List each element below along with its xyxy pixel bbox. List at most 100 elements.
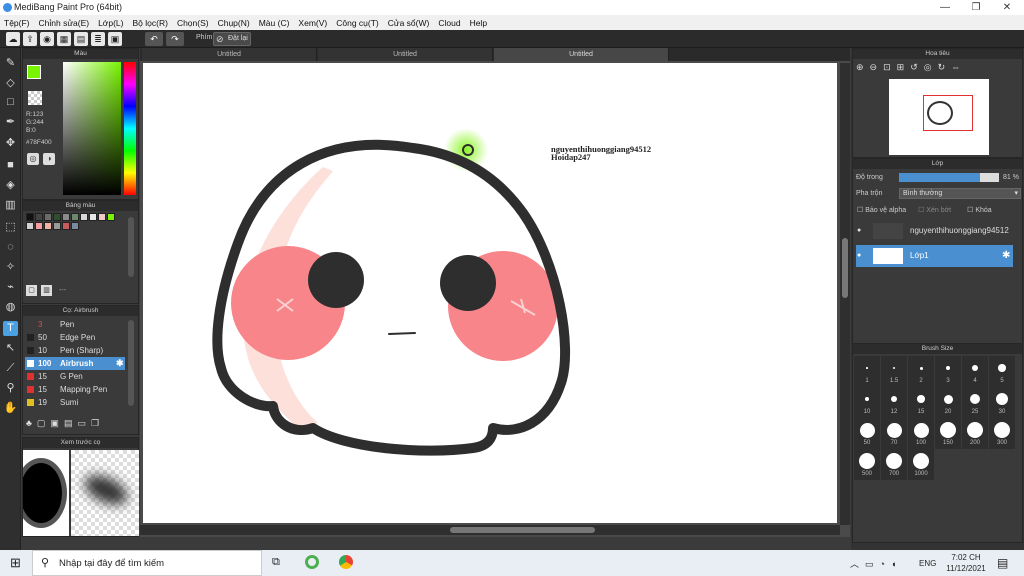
palette-swatch[interactable] bbox=[35, 222, 43, 230]
menu-edit[interactable]: Chỉnh sửa(E) bbox=[39, 18, 90, 28]
flip-icon[interactable]: ⇔ bbox=[951, 62, 966, 72]
operation-tool-icon[interactable]: ↖ bbox=[3, 341, 18, 356]
palette-swatch[interactable] bbox=[26, 213, 34, 221]
volume-icon[interactable]: ◖ bbox=[891, 559, 902, 569]
rotate-left-icon[interactable]: ↺ bbox=[910, 62, 924, 72]
menu-tools[interactable]: Công cụ(T) bbox=[336, 18, 379, 28]
palette-swatch[interactable] bbox=[62, 222, 70, 230]
brush-size-cell[interactable]: 4 bbox=[962, 356, 988, 387]
palette-swatch[interactable] bbox=[107, 213, 115, 221]
palette-swatch[interactable] bbox=[62, 213, 70, 221]
brush-item[interactable]: 19 Sumi bbox=[25, 396, 125, 409]
protect-alpha-checkbox[interactable]: ☐ bbox=[857, 207, 865, 214]
menu-cloud[interactable]: Cloud bbox=[438, 18, 460, 28]
brush-size-cell[interactable]: 100 bbox=[908, 418, 934, 449]
brush-size-cell[interactable]: 50 bbox=[854, 418, 880, 449]
menu-snap[interactable]: Chụp(N) bbox=[218, 18, 250, 28]
select-pen-icon[interactable]: ⌁ bbox=[3, 280, 18, 295]
eyedropper-icon[interactable]: ⚲ bbox=[3, 381, 18, 396]
select-rect-icon[interactable]: ⬚ bbox=[3, 220, 18, 235]
palette-swatch[interactable] bbox=[44, 213, 52, 221]
shape-tool-icon[interactable]: ■ bbox=[3, 158, 18, 173]
navigator-thumbnail[interactable] bbox=[889, 79, 989, 155]
brush-size-cell[interactable]: 5 bbox=[989, 356, 1015, 387]
pen-tool-icon[interactable]: ✒ bbox=[3, 115, 18, 130]
foreground-color-swatch[interactable] bbox=[27, 65, 41, 79]
fit-icon[interactable]: ⊡ bbox=[883, 62, 897, 72]
vertical-scrollbar[interactable] bbox=[840, 63, 850, 525]
brush-size-cell[interactable]: 200 bbox=[962, 418, 988, 449]
palette-swatch[interactable] bbox=[71, 222, 79, 230]
tab-untitled-1[interactable]: Untitled bbox=[142, 48, 317, 61]
language-indicator[interactable]: ENG bbox=[919, 559, 936, 568]
actual-size-icon[interactable]: ⊞ bbox=[897, 62, 911, 72]
layer-row[interactable]: ● nguyenthihuonggiang94512 bbox=[856, 220, 1013, 242]
eraser-tool-icon[interactable]: ◇ bbox=[3, 76, 18, 91]
new-palette-icon[interactable]: ▢ bbox=[26, 285, 37, 296]
brush-size-cell[interactable]: 1.5 bbox=[881, 356, 907, 387]
zoom-out-icon[interactable]: ⊖ bbox=[870, 62, 884, 72]
opacity-slider[interactable] bbox=[899, 173, 999, 182]
taskbar-search-box[interactable]: ⚲ Nhập tại đây để tìm kiếm bbox=[32, 550, 262, 576]
brush-size-cell[interactable]: 700 bbox=[881, 449, 907, 480]
duplicate-icon[interactable]: ❐ bbox=[91, 418, 104, 428]
task-view-icon[interactable]: ⧉ bbox=[272, 556, 280, 569]
palette-swatch[interactable] bbox=[35, 213, 43, 221]
minimize-button[interactable]: — bbox=[930, 0, 960, 15]
panel-icon[interactable]: ▣ bbox=[108, 32, 122, 46]
move-tool-icon[interactable]: ✥ bbox=[3, 136, 18, 151]
palette-swatch[interactable] bbox=[53, 213, 61, 221]
layer-row-selected[interactable]: ● Lớp1 ✱ bbox=[856, 245, 1013, 267]
menu-help[interactable]: Help bbox=[470, 18, 487, 28]
color-history-icon[interactable]: ◑ bbox=[43, 153, 55, 165]
palette-scrollbar[interactable] bbox=[128, 217, 134, 277]
new-brush-icon[interactable]: ▢ bbox=[37, 418, 51, 428]
hand-tool-icon[interactable]: ✋ bbox=[3, 401, 18, 416]
grid-settings-icon[interactable]: ▤ bbox=[74, 32, 88, 46]
brush-item[interactable]: 10 Pen (Sharp) bbox=[25, 344, 125, 357]
brush-size-cell[interactable]: 300 bbox=[989, 418, 1015, 449]
menu-file[interactable]: Tệp(F) bbox=[4, 18, 30, 28]
blend-mode-select[interactable]: Bình thường ▾ bbox=[899, 188, 1021, 199]
reset-button[interactable]: ⊘ Đặt lại bbox=[213, 32, 251, 46]
drawing-canvas[interactable]: nguyenthihuonggiang94512 Hoidap247 bbox=[143, 63, 837, 523]
horizontal-scroll-thumb[interactable] bbox=[450, 527, 595, 533]
brush-size-cell[interactable]: 1 bbox=[854, 356, 880, 387]
tab-untitled-2[interactable]: Untitled bbox=[318, 48, 493, 61]
palette-swatch[interactable] bbox=[26, 222, 34, 230]
brush-size-cell[interactable]: 10 bbox=[854, 387, 880, 418]
palette-swatch[interactable] bbox=[89, 213, 97, 221]
close-button[interactable]: ✕ bbox=[992, 0, 1022, 15]
palette-swatch[interactable] bbox=[98, 213, 106, 221]
menu-select[interactable]: Chọn(S) bbox=[177, 18, 209, 28]
undo-button[interactable]: ↶ bbox=[145, 32, 163, 46]
menu-view[interactable]: Xem(V) bbox=[298, 18, 327, 28]
redo-button[interactable]: ↷ bbox=[166, 32, 184, 46]
palette-swatch[interactable] bbox=[71, 213, 79, 221]
transparent-swatch[interactable] bbox=[28, 91, 42, 105]
chevron-up-icon[interactable]: ︿ bbox=[850, 559, 865, 569]
brush-size-cell[interactable]: 30 bbox=[989, 387, 1015, 418]
gear-icon[interactable]: ✱ bbox=[1002, 245, 1010, 267]
palette-icon[interactable]: ◎ bbox=[27, 153, 39, 165]
horizontal-scrollbar[interactable] bbox=[140, 525, 840, 535]
brush-tool-icon[interactable]: ✎ bbox=[3, 56, 18, 71]
brush-size-cell[interactable]: 2 bbox=[908, 356, 934, 387]
brush-item[interactable]: 50 Edge Pen bbox=[25, 331, 125, 344]
brush-size-cell[interactable]: 25 bbox=[962, 387, 988, 418]
brush-size-cell[interactable]: 3 bbox=[935, 356, 961, 387]
eye-icon[interactable]: ● bbox=[857, 245, 861, 267]
brush-copy-icon[interactable]: ▣ bbox=[50, 418, 64, 428]
clock[interactable]: 7:02 CH 11/12/2021 bbox=[946, 552, 986, 574]
magic-wand-icon[interactable]: ✧ bbox=[3, 260, 18, 275]
dot-tool-icon[interactable]: □ bbox=[3, 95, 18, 110]
rotate-reset-icon[interactable]: ◎ bbox=[924, 62, 938, 72]
eye-icon[interactable]: ● bbox=[857, 220, 861, 242]
rotate-right-icon[interactable]: ↻ bbox=[938, 62, 952, 72]
brush-item[interactable]: 15 G Pen bbox=[25, 370, 125, 383]
hue-slider[interactable] bbox=[124, 62, 136, 195]
brush-item[interactable]: 15 Mapping Pen bbox=[25, 383, 125, 396]
gradient-tool-icon[interactable]: ▥ bbox=[3, 198, 18, 213]
brush-scrollbar[interactable] bbox=[128, 320, 134, 406]
brush-size-cell[interactable]: 150 bbox=[935, 418, 961, 449]
